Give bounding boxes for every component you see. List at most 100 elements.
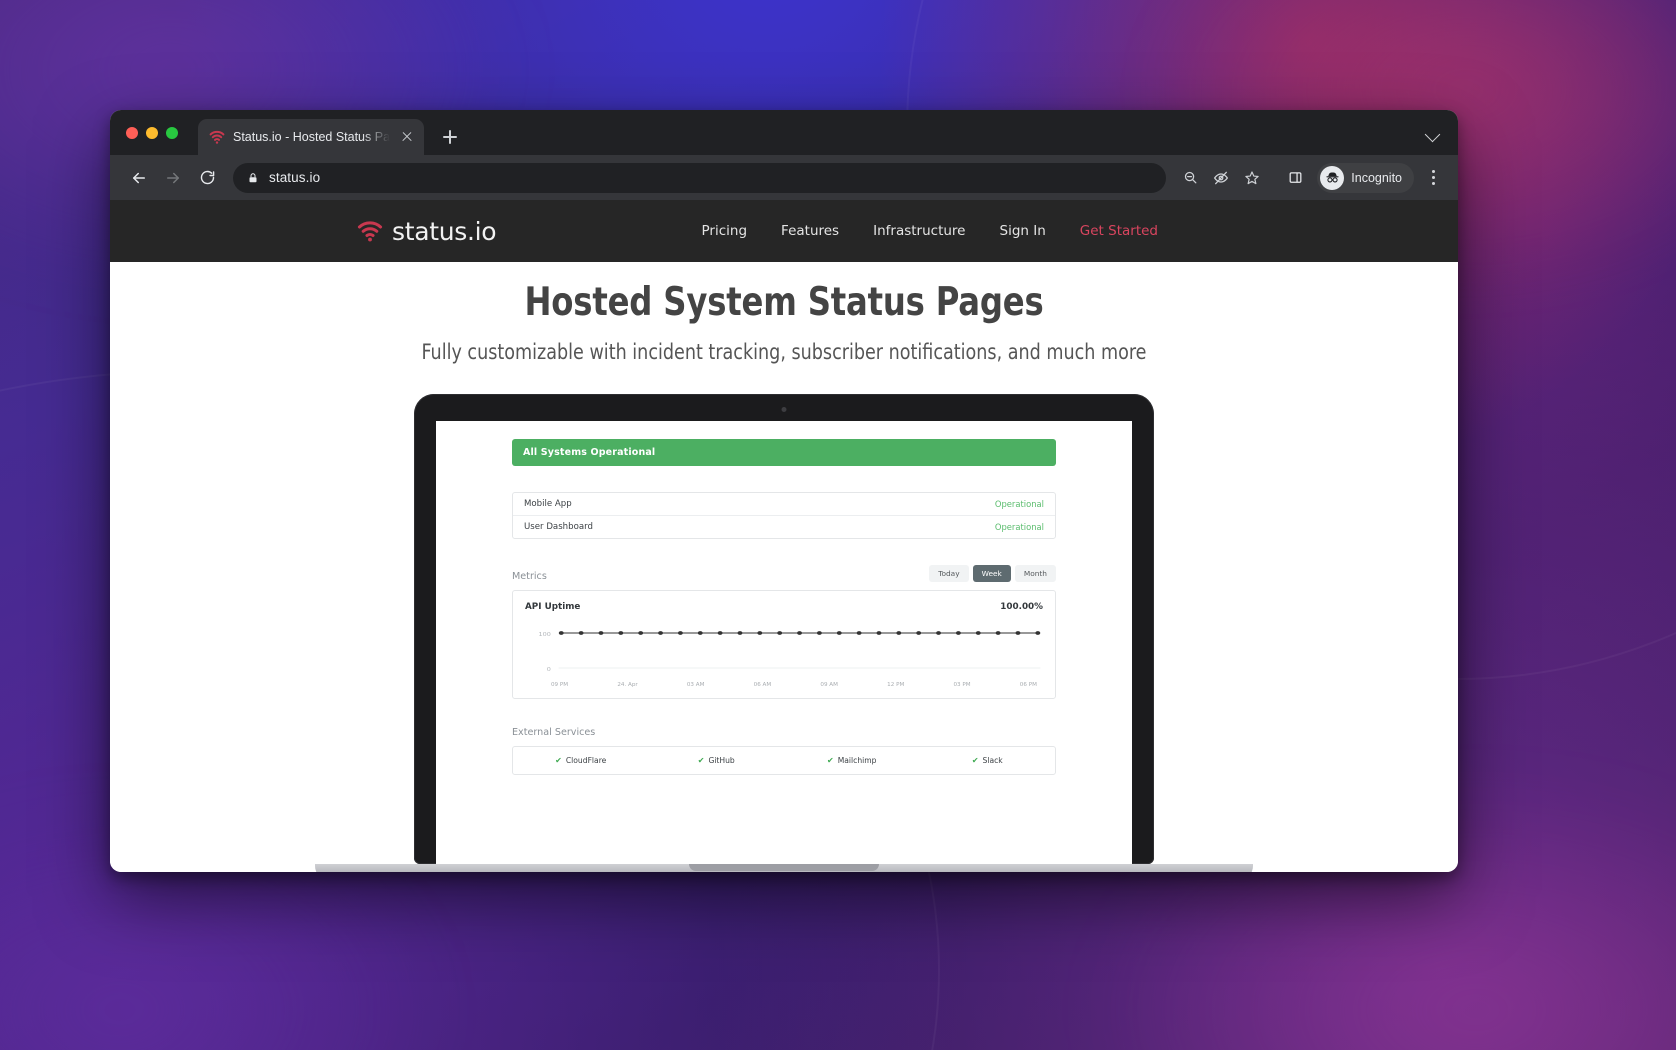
status-badge: Operational <box>994 522 1044 532</box>
chart-point <box>916 631 922 635</box>
browser-toolbar: status.io Incognito <box>110 155 1458 200</box>
chart-point <box>677 631 683 635</box>
browser-window: Status.io - Hosted Status Pages <box>110 110 1458 872</box>
chart-point <box>816 631 822 635</box>
range-button-today[interactable]: Today <box>929 565 969 582</box>
address-bar[interactable]: status.io <box>233 162 1167 193</box>
address-bar-url: status.io <box>269 170 321 185</box>
x-tick-label: 09 PM <box>551 682 569 688</box>
external-service-name: Slack <box>982 756 1003 765</box>
chart-point <box>836 631 842 635</box>
chart-point <box>975 631 981 635</box>
hero-subtitle: Fully customizable with incident trackin… <box>421 340 1147 364</box>
nav-item-infrastructure[interactable]: Infrastructure <box>873 223 965 239</box>
list-item[interactable]: User Dashboard Operational <box>513 515 1055 538</box>
chart-point <box>737 631 743 635</box>
back-arrow-icon[interactable] <box>124 163 154 193</box>
chart-point <box>598 631 604 635</box>
chart-point <box>876 631 882 635</box>
reload-icon[interactable] <box>192 163 222 193</box>
maximize-window-button[interactable] <box>166 126 178 139</box>
page-title: Hosted System Status Pages <box>524 280 1044 325</box>
laptop-base <box>315 864 1253 872</box>
chart-point <box>717 631 723 635</box>
range-button-month[interactable]: Month <box>1014 565 1056 582</box>
incognito-hat-icon <box>1320 165 1345 190</box>
laptop-screen: All Systems Operational Mobile App Opera… <box>436 421 1132 864</box>
nav-item-features[interactable]: Features <box>781 223 839 239</box>
metric-name: API Uptime <box>525 602 581 612</box>
chart-x-axis-labels: 09 PM 24. Apr 03 AM 06 AM 09 AM 12 PM 03 PM 06 … <box>525 682 1043 688</box>
laptop-mockup: All Systems Operational Mobile App Opera… <box>315 394 1253 872</box>
list-item[interactable]: ✔ GitHub <box>649 756 785 765</box>
external-service-name: CloudFlare <box>565 756 607 765</box>
uptime-chart: 100 0 <box>525 624 1043 680</box>
site-logo[interactable]: status.io <box>357 217 497 246</box>
eye-off-icon[interactable] <box>1207 164 1235 192</box>
metric-card: API Uptime 100.00% 100 0 09 PM 24. Apr 0… <box>512 590 1056 699</box>
chart-point <box>578 631 584 635</box>
x-tick-label: 09 AM <box>820 682 838 688</box>
x-tick-label: 12 PM <box>887 682 905 688</box>
browser-menu-button[interactable] <box>1420 164 1446 192</box>
chart-point <box>856 631 862 635</box>
side-panel-icon[interactable] <box>1281 164 1309 192</box>
site-nav: Pricing Features Infrastructure Sign In … <box>702 223 1158 239</box>
external-service-name: Mailchimp <box>837 756 877 765</box>
chart-point <box>1035 631 1041 635</box>
chart-point <box>618 631 624 635</box>
web-page: status.io Pricing Features Infrastructur… <box>110 200 1458 872</box>
uptime-chart-svg: 100 0 <box>539 631 1041 673</box>
incognito-label: Incognito <box>1351 170 1402 185</box>
lock-icon <box>249 172 257 182</box>
window-controls <box>124 110 186 155</box>
chart-point <box>658 631 664 635</box>
nav-item-pricing[interactable]: Pricing <box>702 223 748 239</box>
components-list: Mobile App Operational User Dashboard Op… <box>512 492 1056 539</box>
list-item[interactable]: ✔ Mailchimp <box>784 756 920 765</box>
nav-item-get-started[interactable]: Get Started <box>1080 223 1158 239</box>
external-service-name: GitHub <box>708 756 735 765</box>
component-name: Mobile App <box>524 499 572 509</box>
check-icon: ✔ <box>971 756 979 765</box>
range-button-week[interactable]: Week <box>972 565 1011 582</box>
list-item[interactable]: ✔ CloudFlare <box>513 756 649 765</box>
chevron-down-icon[interactable] <box>1422 122 1444 144</box>
x-tick-label: 03 PM <box>953 682 971 688</box>
tab-strip-right <box>1422 110 1458 155</box>
list-item[interactable]: ✔ Slack <box>920 756 1056 765</box>
minimize-window-button[interactable] <box>146 126 158 139</box>
chart-point <box>697 631 703 635</box>
status-badge: Operational <box>994 499 1044 509</box>
incognito-profile-chip[interactable]: Incognito <box>1317 162 1414 193</box>
browser-tab[interactable]: Status.io - Hosted Status Pages <box>198 119 424 155</box>
status-page-preview: All Systems Operational Mobile App Opera… <box>436 421 1132 775</box>
chart-point <box>995 631 1001 635</box>
new-tab-button[interactable] <box>436 123 464 151</box>
forward-arrow-icon[interactable] <box>158 163 188 193</box>
chart-point <box>1015 631 1021 635</box>
zoom-out-icon[interactable] <box>1176 164 1204 192</box>
laptop-notch <box>689 864 879 871</box>
browser-tab-title: Status.io - Hosted Status Pages <box>233 130 390 144</box>
nav-item-sign-in[interactable]: Sign In <box>1000 223 1046 239</box>
chart-point <box>558 631 564 635</box>
x-tick-label: 24. Apr <box>617 682 638 688</box>
external-services-card: ✔ CloudFlare ✔ GitHub ✔ Mailchimp ✔ Slac… <box>512 746 1056 775</box>
chart-point <box>757 631 763 635</box>
statusio-favicon <box>209 130 225 144</box>
close-icon[interactable] <box>398 128 416 146</box>
chart-point <box>936 631 941 635</box>
kebab-dot <box>1431 176 1435 179</box>
chart-point <box>638 631 644 635</box>
kebab-dot <box>1431 170 1435 173</box>
kebab-dot <box>1431 182 1435 185</box>
toolbar-icons <box>1176 164 1309 192</box>
laptop-lid: All Systems Operational Mobile App Opera… <box>414 394 1154 864</box>
close-window-button[interactable] <box>126 126 138 139</box>
list-item[interactable]: Mobile App Operational <box>513 493 1055 515</box>
chart-point <box>797 631 803 635</box>
laptop-camera-icon <box>781 407 787 412</box>
check-icon: ✔ <box>555 756 562 765</box>
star-icon[interactable] <box>1238 164 1266 192</box>
